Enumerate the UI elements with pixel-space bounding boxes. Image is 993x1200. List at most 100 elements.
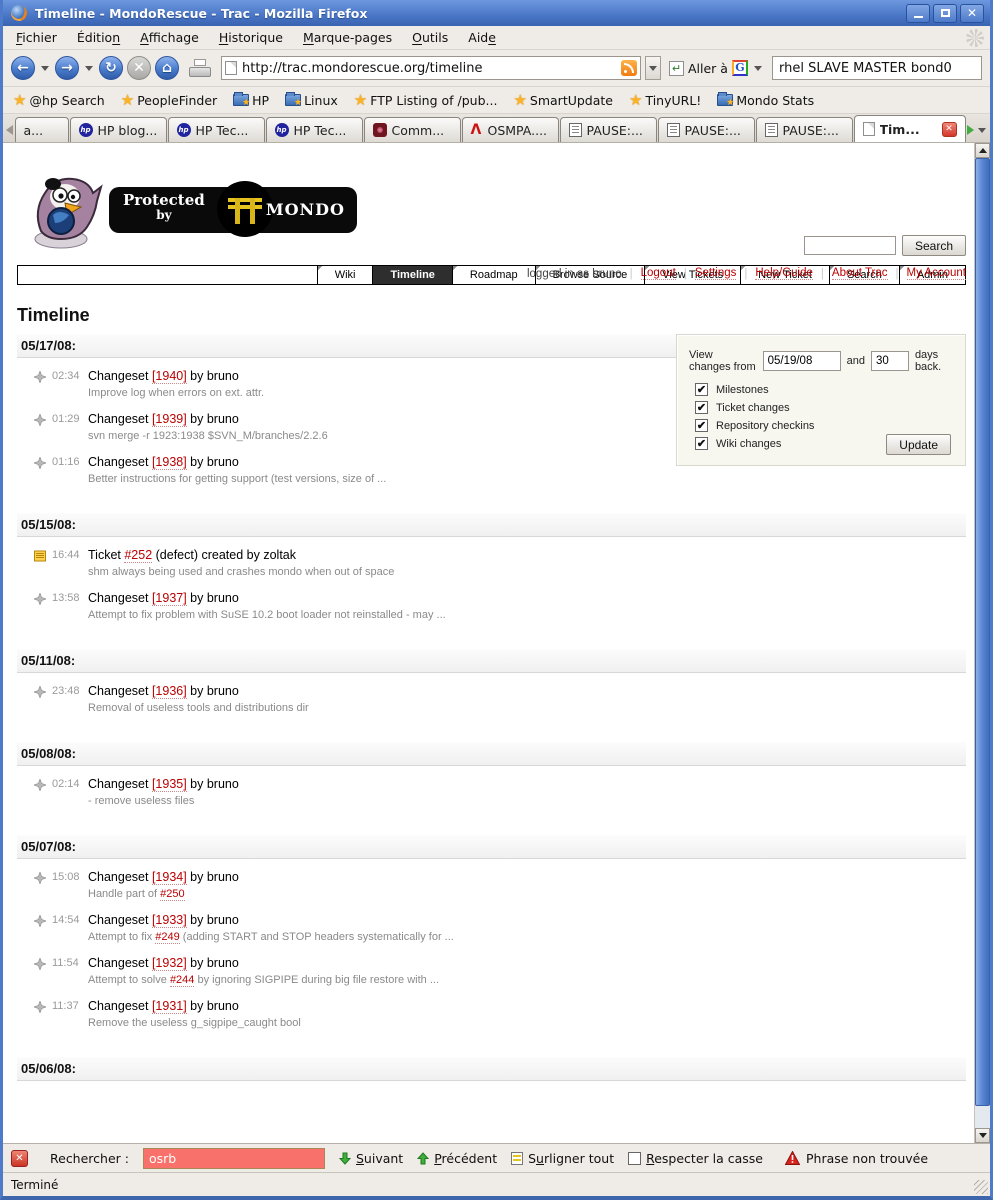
ticket-link[interactable]: #249	[155, 931, 179, 944]
changeset-icon	[34, 779, 46, 791]
event-title: Changeset [1931] by bruno	[88, 999, 966, 1013]
tab-scroll-right-button[interactable]	[967, 119, 976, 141]
highlight-all-button[interactable]: Surligner tout	[511, 1151, 614, 1166]
bookmark-smartupdate[interactable]: ★SmartUpdate	[513, 93, 613, 108]
tab-a[interactable]: a...	[15, 117, 69, 142]
back-dropdown-icon[interactable]	[41, 66, 49, 71]
titlebar[interactable]: Timeline - MondoRescue - Trac - Mozilla …	[3, 0, 990, 26]
menu-item-marque-pages[interactable]: Marque-pages	[294, 27, 401, 48]
metanav-link-my-account[interactable]: My Account	[907, 267, 966, 280]
reload-button[interactable]: ↻	[99, 56, 123, 80]
close-button[interactable]: ✕	[960, 4, 984, 23]
changeset-link[interactable]: [1931]	[152, 999, 187, 1014]
menu-item-affichage[interactable]: Affichage	[131, 27, 208, 48]
mainnav-roadmap[interactable]: Roadmap	[452, 266, 535, 284]
search-engine-dropdown-icon[interactable]	[754, 66, 762, 71]
maximize-button[interactable]	[933, 4, 957, 23]
tab-list-dropdown-button[interactable]	[976, 119, 988, 141]
changeset-link[interactable]: [1937]	[152, 591, 187, 606]
rss-feed-icon[interactable]	[621, 60, 637, 76]
scroll-down-button[interactable]	[975, 1128, 990, 1143]
bookmark-hp-search[interactable]: ★@hp Search	[13, 93, 105, 108]
match-case-checkbox[interactable]: Respecter la casse	[628, 1151, 763, 1166]
bookmark-hp[interactable]: ★HP	[233, 93, 269, 108]
web-search-box[interactable]	[772, 56, 982, 80]
changeset-link[interactable]: [1934]	[152, 870, 187, 885]
bookmark-peoplefinder[interactable]: ★PeopleFinder	[121, 93, 217, 108]
scroll-up-button[interactable]	[975, 143, 990, 158]
find-prev-button[interactable]: Précédent	[417, 1151, 497, 1166]
metanav-link-settings[interactable]: Settings	[695, 267, 737, 280]
find-next-button[interactable]: Suivant	[339, 1151, 403, 1166]
changeset-link[interactable]: [1938]	[152, 455, 187, 470]
tab-label: HP Tec...	[294, 123, 347, 138]
print-button[interactable]	[189, 59, 211, 77]
mainnav-wiki[interactable]: Wiki	[317, 266, 373, 284]
menu-item-e-dition[interactable]: Édition	[68, 27, 129, 48]
resize-grip[interactable]	[974, 1180, 988, 1194]
back-button[interactable]: ←	[11, 56, 35, 80]
menu-item-aide[interactable]: Aide	[459, 27, 505, 48]
url-dropdown-button[interactable]	[645, 56, 661, 80]
changeset-link[interactable]: [1940]	[152, 369, 187, 384]
find-close-button[interactable]: ✕	[11, 1150, 28, 1167]
find-input[interactable]	[143, 1148, 325, 1169]
google-icon[interactable]: G	[732, 60, 748, 76]
tab-close-icon[interactable]: ✕	[942, 122, 957, 137]
changeset-link[interactable]: [1939]	[152, 412, 187, 427]
star-icon: ★	[354, 93, 367, 108]
url-bar[interactable]	[221, 56, 641, 80]
menu-item-historique[interactable]: Historique	[210, 27, 292, 48]
home-button[interactable]: ⌂	[155, 56, 179, 80]
menu-item-outils[interactable]: Outils	[403, 27, 457, 48]
maximize-icon	[941, 9, 950, 17]
tab-scroll-left-button[interactable]	[5, 119, 14, 141]
scrollbar-thumb[interactable]	[975, 158, 990, 1106]
minimize-button[interactable]	[906, 4, 930, 23]
mainnav-timeline[interactable]: Timeline	[372, 266, 451, 284]
chevron-down-icon	[649, 66, 657, 71]
changeset-link[interactable]: [1932]	[152, 956, 187, 971]
trac-search-button[interactable]: Search	[902, 235, 966, 256]
tab-hp-tec[interactable]: hpHP Tec...	[168, 117, 265, 142]
ticket-link[interactable]: #244	[170, 974, 194, 987]
changeset-link[interactable]: [1935]	[152, 777, 187, 792]
bookmark-label: @hp Search	[29, 93, 104, 108]
forward-button[interactable]: →	[55, 56, 79, 80]
tab-pause[interactable]: PAUSE:...	[658, 117, 755, 142]
vertical-scrollbar[interactable]	[974, 143, 990, 1143]
bookmark-mondo-stats[interactable]: ★Mondo Stats	[717, 93, 814, 108]
bookmark-tinyurl[interactable]: ★TinyURL!	[629, 93, 701, 108]
url-input[interactable]	[237, 61, 621, 76]
timeline-group: 05/08/08:02:14Changeset [1935] by bruno-…	[17, 742, 966, 809]
trac-search-input[interactable]	[804, 236, 896, 255]
tab-comm[interactable]: Comm...	[364, 117, 461, 142]
checkbox-icon	[628, 1152, 641, 1165]
tab-pause[interactable]: PAUSE:...	[756, 117, 853, 142]
changeset-icon	[34, 1001, 46, 1013]
web-search-input[interactable]	[773, 61, 981, 76]
bookmark-ftp-listing-of-pub[interactable]: ★FTP Listing of /pub...	[354, 93, 498, 108]
go-icon[interactable]: ↵	[669, 61, 684, 76]
forward-dropdown-icon[interactable]	[85, 66, 93, 71]
ticket-link[interactable]: #250	[160, 888, 184, 901]
stop-button[interactable]: ✕	[127, 56, 151, 80]
event-description: Attempt to solve #244 by ignoring SIGPIP…	[88, 974, 966, 986]
metanav-link-logout[interactable]: Logout	[641, 267, 676, 280]
arrow-up-icon	[979, 148, 987, 153]
tab-hp-tec[interactable]: hpHP Tec...	[266, 117, 363, 142]
tab-tim[interactable]: Tim...✕	[854, 115, 966, 142]
metanav-link-help-guide[interactable]: Help/Guide	[755, 267, 813, 280]
ticket-link[interactable]: #252	[124, 548, 152, 563]
tab-hp-blog[interactable]: hpHP blog...	[70, 117, 167, 142]
menu-item-fichier[interactable]: Fichier	[7, 27, 66, 48]
tab-osmpa[interactable]: ΛOSMPA....	[462, 117, 559, 142]
changeset-link[interactable]: [1933]	[152, 913, 187, 928]
site-page-icon	[225, 61, 237, 75]
go-label[interactable]: Aller à	[688, 61, 728, 76]
metanav-link-about-trac[interactable]: About Trac	[832, 267, 888, 280]
changeset-link[interactable]: [1936]	[152, 684, 187, 699]
tab-pause[interactable]: PAUSE:...	[560, 117, 657, 142]
star-icon: ★	[726, 99, 734, 108]
bookmark-linux[interactable]: ★Linux	[285, 93, 338, 108]
